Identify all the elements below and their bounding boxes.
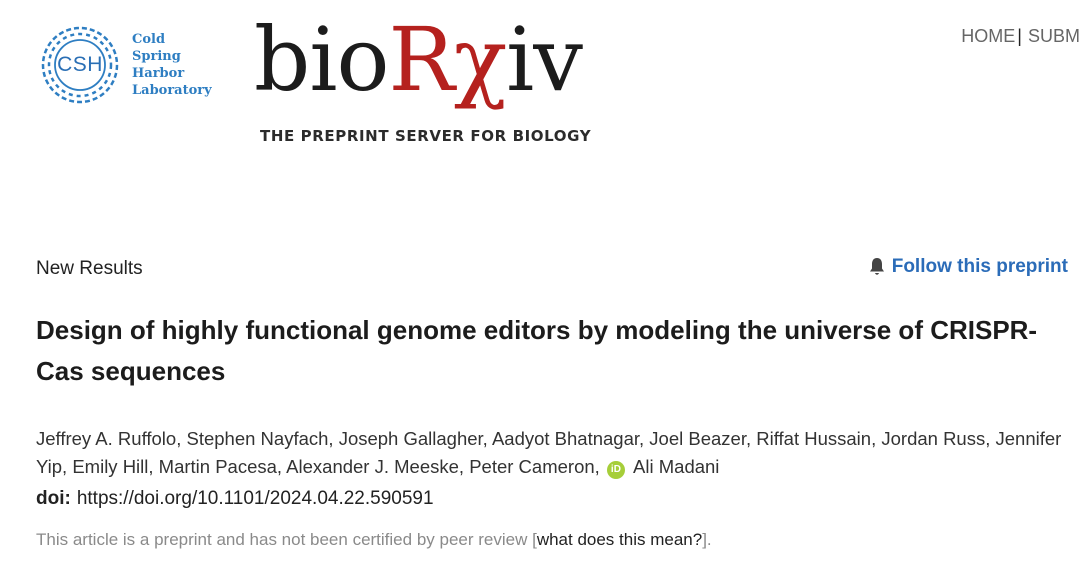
- nav-submit-link[interactable]: SUBM: [1028, 26, 1080, 47]
- follow-preprint-button[interactable]: Follow this preprint: [868, 256, 1068, 278]
- csh-name: Cold Spring Harbor Laboratory: [132, 31, 212, 99]
- peer-review-notice: This article is a preprint and has not b…: [36, 530, 712, 550]
- wordmark-rx: Rχ: [388, 8, 507, 111]
- top-nav: HOME | SUBM: [961, 26, 1080, 47]
- authors-text[interactable]: Jeffrey A. Ruffolo, Stephen Nayfach, Jos…: [36, 428, 1061, 477]
- dna-ring-icon: CSH: [38, 23, 122, 107]
- what-does-this-mean-link[interactable]: what does this mean?: [537, 530, 702, 549]
- notice-text: This article is a preprint and has not b…: [36, 530, 537, 549]
- csh-logo[interactable]: CSH Cold Spring Harbor Laboratory: [38, 22, 218, 108]
- csh-name-line: Spring: [132, 49, 181, 64]
- doi-line: doi: https://doi.org/10.1101/2024.04.22.5…: [36, 488, 434, 510]
- orcid-icon[interactable]: iD: [606, 461, 625, 479]
- article-title: Design of highly functional genome edito…: [36, 315, 1038, 386]
- csh-name-line: Cold: [132, 32, 166, 47]
- csh-name-line: Laboratory: [132, 83, 212, 98]
- doi-link[interactable]: https://doi.org/10.1101/2024.04.22.59059…: [77, 488, 434, 509]
- csh-name-line: Harbor: [132, 66, 185, 81]
- biorxiv-wordmark: bioRχiv: [254, 10, 594, 110]
- nav-home-link[interactable]: HOME: [961, 26, 1015, 47]
- nav-separator: |: [1017, 26, 1022, 46]
- doi-label: doi:: [36, 488, 71, 509]
- author-ali-madani[interactable]: Ali Madani: [633, 456, 719, 477]
- biorxiv-logo[interactable]: bioRχiv: [254, 10, 594, 120]
- brand-tagline: THE PREPRINT SERVER FOR BIOLOGY: [260, 127, 592, 145]
- follow-label: Follow this preprint: [891, 256, 1068, 277]
- notice-suffix: ].: [702, 530, 712, 549]
- csh-abbreviation: CSH: [57, 53, 103, 76]
- author-list: Jeffrey A. Ruffolo, Stephen Nayfach, Jos…: [36, 425, 1076, 481]
- wordmark-iv: iv: [506, 8, 583, 111]
- bell-icon: [869, 258, 884, 275]
- article-status: New Results: [36, 258, 143, 279]
- wordmark-bio: bio: [254, 8, 389, 111]
